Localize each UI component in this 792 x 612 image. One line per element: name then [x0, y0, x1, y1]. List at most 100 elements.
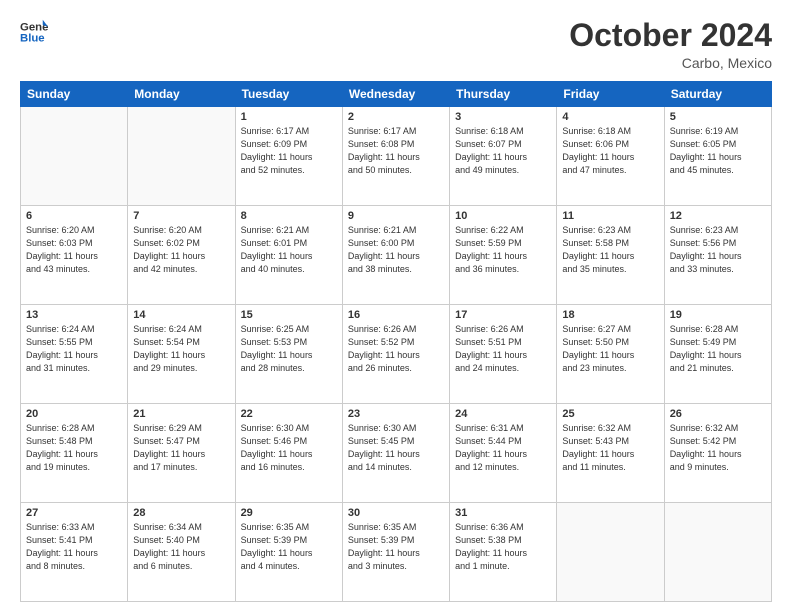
calendar-week-4: 27 Sunrise: 6:33 AM Sunset: 5:41 PM Dayli…: [21, 503, 772, 602]
day-info: Sunrise: 6:35 AM Sunset: 5:39 PM Dayligh…: [348, 521, 444, 573]
day-number: 26: [670, 408, 766, 420]
day-number: 29: [241, 507, 337, 519]
day-number: 10: [455, 210, 551, 222]
title-area: October 2024 Carbo, Mexico: [569, 18, 772, 71]
day-info: Sunrise: 6:36 AM Sunset: 5:38 PM Dayligh…: [455, 521, 551, 573]
calendar-cell: 30 Sunrise: 6:35 AM Sunset: 5:39 PM Dayli…: [342, 503, 449, 602]
calendar-cell: 28Sunrise: 6:34 AM Sunset: 5:40 PM Dayli…: [128, 503, 235, 602]
day-number: 19: [670, 309, 766, 321]
day-info: Sunrise: 6:34 AM Sunset: 5:40 PM Dayligh…: [133, 521, 229, 573]
calendar-page: General Blue October 2024 Carbo, Mexico …: [0, 0, 792, 612]
calendar-week-1: 6 Sunrise: 6:20 AM Sunset: 6:03 PM Daylig…: [21, 206, 772, 305]
logo-icon: General Blue: [20, 18, 48, 46]
col-thursday: Thursday: [450, 82, 557, 107]
header: General Blue October 2024 Carbo, Mexico: [20, 18, 772, 71]
calendar-cell: 21 Sunrise: 6:29 AM Sunset: 5:47 PM Dayli…: [128, 404, 235, 503]
calendar-cell: 15 Sunrise: 6:25 AM Sunset: 5:53 PM Dayli…: [235, 305, 342, 404]
day-info: Sunrise: 6:18 AM Sunset: 6:07 PM Dayligh…: [455, 125, 551, 177]
col-sunday: Sunday: [21, 82, 128, 107]
col-saturday: Saturday: [664, 82, 771, 107]
day-number: 21: [133, 408, 229, 420]
day-info: Sunrise: 6:17 AM Sunset: 6:09 PM Dayligh…: [241, 125, 337, 177]
calendar-cell: 3 Sunrise: 6:18 AM Sunset: 6:07 PM Daylig…: [450, 107, 557, 206]
day-number: 2: [348, 111, 444, 123]
day-number: 9: [348, 210, 444, 222]
day-info: Sunrise: 6:31 AM Sunset: 5:44 PM Dayligh…: [455, 422, 551, 474]
day-info: Sunrise: 6:27 AM Sunset: 5:50 PM Dayligh…: [562, 323, 658, 375]
day-info: Sunrise: 6:25 AM Sunset: 5:53 PM Dayligh…: [241, 323, 337, 375]
day-number: 18: [562, 309, 658, 321]
calendar-cell: [664, 503, 771, 602]
calendar-week-0: 1 Sunrise: 6:17 AM Sunset: 6:09 PM Daylig…: [21, 107, 772, 206]
calendar-cell: 13Sunrise: 6:24 AM Sunset: 5:55 PM Dayli…: [21, 305, 128, 404]
calendar-cell: 22Sunrise: 6:30 AM Sunset: 5:46 PM Dayli…: [235, 404, 342, 503]
calendar-cell: [21, 107, 128, 206]
day-info: Sunrise: 6:33 AM Sunset: 5:41 PM Dayligh…: [26, 521, 122, 573]
calendar-cell: 14Sunrise: 6:24 AM Sunset: 5:54 PM Dayli…: [128, 305, 235, 404]
location: Carbo, Mexico: [569, 55, 772, 71]
day-info: Sunrise: 6:21 AM Sunset: 6:01 PM Dayligh…: [241, 224, 337, 276]
day-info: Sunrise: 6:28 AM Sunset: 5:49 PM Dayligh…: [670, 323, 766, 375]
day-number: 31: [455, 507, 551, 519]
day-number: 30: [348, 507, 444, 519]
col-tuesday: Tuesday: [235, 82, 342, 107]
day-number: 27: [26, 507, 122, 519]
day-info: Sunrise: 6:20 AM Sunset: 6:03 PM Dayligh…: [26, 224, 122, 276]
day-number: 3: [455, 111, 551, 123]
calendar-week-2: 13Sunrise: 6:24 AM Sunset: 5:55 PM Dayli…: [21, 305, 772, 404]
day-number: 24: [455, 408, 551, 420]
day-number: 14: [133, 309, 229, 321]
day-number: 4: [562, 111, 658, 123]
calendar-cell: 9 Sunrise: 6:21 AM Sunset: 6:00 PM Daylig…: [342, 206, 449, 305]
day-info: Sunrise: 6:19 AM Sunset: 6:05 PM Dayligh…: [670, 125, 766, 177]
calendar-cell: 18 Sunrise: 6:27 AM Sunset: 5:50 PM Dayli…: [557, 305, 664, 404]
calendar-cell: 24 Sunrise: 6:31 AM Sunset: 5:44 PM Dayli…: [450, 404, 557, 503]
day-number: 11: [562, 210, 658, 222]
col-wednesday: Wednesday: [342, 82, 449, 107]
day-number: 8: [241, 210, 337, 222]
calendar-cell: 16 Sunrise: 6:26 AM Sunset: 5:52 PM Dayli…: [342, 305, 449, 404]
calendar-cell: 29 Sunrise: 6:35 AM Sunset: 5:39 PM Dayli…: [235, 503, 342, 602]
day-number: 25: [562, 408, 658, 420]
day-number: 20: [26, 408, 122, 420]
day-number: 16: [348, 309, 444, 321]
calendar-cell: 10 Sunrise: 6:22 AM Sunset: 5:59 PM Dayli…: [450, 206, 557, 305]
svg-text:Blue: Blue: [20, 33, 45, 45]
day-number: 15: [241, 309, 337, 321]
day-info: Sunrise: 6:17 AM Sunset: 6:08 PM Dayligh…: [348, 125, 444, 177]
calendar-cell: 11 Sunrise: 6:23 AM Sunset: 5:58 PM Dayli…: [557, 206, 664, 305]
calendar-cell: 1 Sunrise: 6:17 AM Sunset: 6:09 PM Daylig…: [235, 107, 342, 206]
day-info: Sunrise: 6:26 AM Sunset: 5:51 PM Dayligh…: [455, 323, 551, 375]
col-monday: Monday: [128, 82, 235, 107]
calendar-cell: 12Sunrise: 6:23 AM Sunset: 5:56 PM Dayli…: [664, 206, 771, 305]
day-info: Sunrise: 6:29 AM Sunset: 5:47 PM Dayligh…: [133, 422, 229, 474]
month-title: October 2024: [569, 18, 772, 53]
day-info: Sunrise: 6:22 AM Sunset: 5:59 PM Dayligh…: [455, 224, 551, 276]
day-info: Sunrise: 6:18 AM Sunset: 6:06 PM Dayligh…: [562, 125, 658, 177]
day-number: 1: [241, 111, 337, 123]
day-number: 5: [670, 111, 766, 123]
day-number: 22: [241, 408, 337, 420]
day-info: Sunrise: 6:30 AM Sunset: 5:45 PM Dayligh…: [348, 422, 444, 474]
day-number: 23: [348, 408, 444, 420]
day-info: Sunrise: 6:21 AM Sunset: 6:00 PM Dayligh…: [348, 224, 444, 276]
calendar-cell: [128, 107, 235, 206]
header-row: Sunday Monday Tuesday Wednesday Thursday…: [21, 82, 772, 107]
calendar-cell: 8 Sunrise: 6:21 AM Sunset: 6:01 PM Daylig…: [235, 206, 342, 305]
day-info: Sunrise: 6:23 AM Sunset: 5:58 PM Dayligh…: [562, 224, 658, 276]
calendar-cell: 19 Sunrise: 6:28 AM Sunset: 5:49 PM Dayli…: [664, 305, 771, 404]
day-info: Sunrise: 6:32 AM Sunset: 5:43 PM Dayligh…: [562, 422, 658, 474]
day-number: 6: [26, 210, 122, 222]
calendar-cell: 20 Sunrise: 6:28 AM Sunset: 5:48 PM Dayli…: [21, 404, 128, 503]
day-info: Sunrise: 6:26 AM Sunset: 5:52 PM Dayligh…: [348, 323, 444, 375]
day-info: Sunrise: 6:35 AM Sunset: 5:39 PM Dayligh…: [241, 521, 337, 573]
calendar-cell: 25 Sunrise: 6:32 AM Sunset: 5:43 PM Dayli…: [557, 404, 664, 503]
day-number: 12: [670, 210, 766, 222]
calendar-cell: 26 Sunrise: 6:32 AM Sunset: 5:42 PM Dayli…: [664, 404, 771, 503]
day-info: Sunrise: 6:28 AM Sunset: 5:48 PM Dayligh…: [26, 422, 122, 474]
calendar-cell: 23 Sunrise: 6:30 AM Sunset: 5:45 PM Dayli…: [342, 404, 449, 503]
calendar-cell: [557, 503, 664, 602]
calendar-cell: 6 Sunrise: 6:20 AM Sunset: 6:03 PM Daylig…: [21, 206, 128, 305]
calendar-table: Sunday Monday Tuesday Wednesday Thursday…: [20, 81, 772, 602]
day-info: Sunrise: 6:32 AM Sunset: 5:42 PM Dayligh…: [670, 422, 766, 474]
